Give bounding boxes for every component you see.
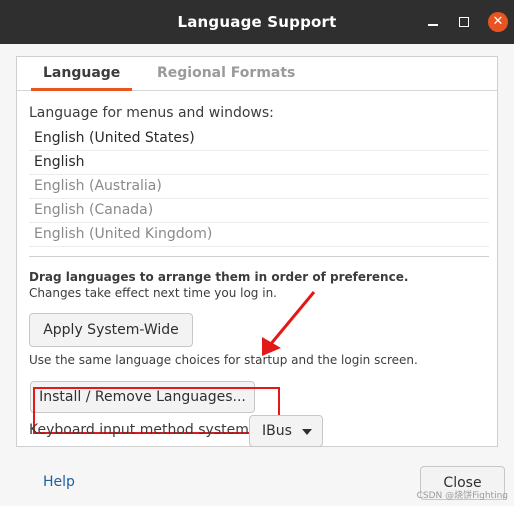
- title-bar: Language Support ✕: [0, 0, 514, 44]
- language-item[interactable]: English (Canada): [29, 199, 489, 223]
- chevron-down-icon: [302, 429, 312, 435]
- list-divider: [29, 256, 489, 257]
- language-item[interactable]: English (Australia): [29, 175, 489, 199]
- language-item[interactable]: English (United Kingdom): [29, 223, 489, 247]
- language-item[interactable]: English (United States): [29, 127, 489, 151]
- language-list[interactable]: English (United States) English English …: [29, 127, 489, 257]
- maximize-icon[interactable]: [454, 12, 474, 32]
- change-hint: Changes take effect next time you log in…: [29, 286, 277, 300]
- close-icon[interactable]: ✕: [488, 12, 508, 32]
- watermark: CSDN @烧饼Fighting: [416, 491, 508, 501]
- language-item[interactable]: English: [29, 151, 489, 175]
- drag-hint: Drag languages to arrange them in order …: [29, 270, 409, 284]
- keyboard-input-dropdown[interactable]: IBus: [249, 415, 323, 447]
- tab-regional-formats[interactable]: Regional Formats: [157, 65, 295, 81]
- same-choices-text: Use the same language choices for startu…: [29, 353, 418, 367]
- keyboard-input-label: Keyboard input method system:: [29, 422, 254, 438]
- menus-language-label: Language for menus and windows:: [29, 105, 274, 121]
- help-button[interactable]: Help: [43, 474, 75, 490]
- tab-language[interactable]: Language: [30, 65, 133, 91]
- tabs-panel: Language Regional Formats Language for m…: [16, 56, 498, 447]
- dialog-content: Language Regional Formats Language for m…: [0, 44, 514, 506]
- apply-system-wide-button[interactable]: Apply System-Wide: [29, 313, 193, 347]
- tab-bar: Language Regional Formats: [17, 57, 497, 91]
- minimize-icon[interactable]: [423, 12, 443, 32]
- keyboard-input-value: IBus: [262, 423, 292, 439]
